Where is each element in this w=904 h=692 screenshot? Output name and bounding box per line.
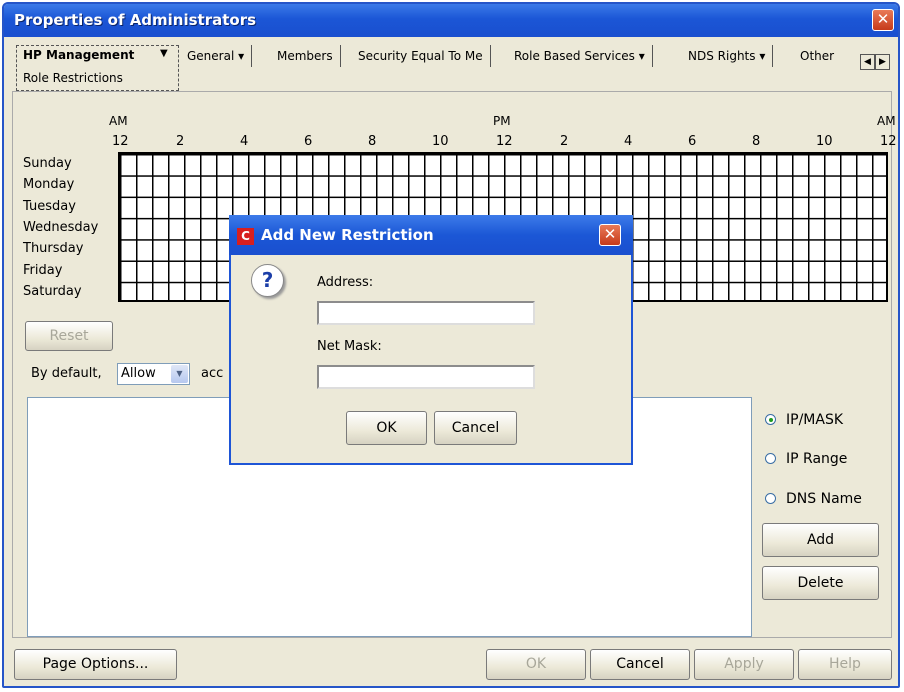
tab-strip: HP Management ▼ Role Restrictions Genera… (12, 44, 892, 92)
default-access-select[interactable]: Allow ▼ (117, 363, 190, 385)
day-label: Thursday (23, 241, 84, 257)
radio-dns-name-label: DNS Name (786, 491, 862, 507)
hour-tick-label: 4 (624, 134, 633, 149)
app-icon: C (237, 228, 254, 245)
tab-general[interactable]: General ▾ (187, 45, 253, 67)
add-button[interactable]: Add (762, 523, 879, 557)
tab-other[interactable]: Other (800, 45, 834, 67)
ok-button[interactable]: OK (486, 649, 586, 680)
hour-tick-label: 6 (688, 134, 697, 149)
dialog-cancel-button[interactable]: Cancel (434, 411, 517, 445)
tab-role-restrictions[interactable]: Role Restrictions (23, 71, 123, 85)
page-options-button[interactable]: Page Options... (14, 649, 177, 680)
reset-button[interactable]: Reset (25, 321, 113, 351)
radio-unselected-icon (765, 453, 776, 464)
close-icon[interactable]: ✕ (872, 9, 894, 31)
add-new-restriction-dialog: C Add New Restriction ✕ ? Address: Net M… (229, 215, 633, 465)
delete-button[interactable]: Delete (762, 566, 879, 600)
day-label: Tuesday (23, 198, 76, 214)
radio-dns-name[interactable]: DNS Name (765, 491, 862, 507)
cancel-button[interactable]: Cancel (590, 649, 690, 680)
hour-tick-label: 2 (176, 134, 185, 149)
hour-tick-label: 10 (432, 134, 449, 149)
radio-selected-icon (765, 414, 776, 425)
hour-tick-label: 10 (816, 134, 833, 149)
day-label: Wednesday (23, 219, 99, 235)
close-icon[interactable]: ✕ (599, 224, 621, 246)
tab-hp-management-label: HP Management (23, 48, 135, 62)
tab-members[interactable]: Members (277, 45, 341, 67)
chevron-down-icon: ▼ (171, 365, 188, 383)
netmask-input[interactable] (317, 365, 535, 389)
hour-tick-label: 12 (496, 134, 513, 149)
chevron-down-icon: ▼ (160, 48, 168, 59)
hour-tick-label: 12 (112, 134, 129, 149)
address-label: Address: (317, 275, 374, 290)
am-label-end: AM (877, 114, 896, 128)
hour-tick-label: 12 (880, 134, 897, 149)
access-label: acc (201, 366, 224, 381)
tab-security-equal[interactable]: Security Equal To Me (358, 45, 491, 67)
hour-tick-label: 4 (240, 134, 249, 149)
default-access-value: Allow (121, 366, 156, 381)
am-label: AM (109, 114, 128, 128)
radio-ip-mask[interactable]: IP/MASK (765, 412, 843, 428)
day-label: Sunday (23, 156, 72, 171)
radio-ip-range-label: IP Range (786, 451, 848, 467)
hour-tick-label: 8 (752, 134, 761, 149)
radio-unselected-icon (765, 493, 776, 504)
help-button[interactable]: Help (798, 649, 892, 680)
title-bar: Properties of Administrators ✕ (4, 4, 898, 37)
day-label: Saturday (23, 283, 82, 299)
window-title: Properties of Administrators (14, 11, 257, 29)
radio-ip-mask-label: IP/MASK (786, 412, 844, 428)
hour-tick-label: 8 (368, 134, 377, 149)
day-label: Friday (23, 262, 63, 278)
hour-tick-label: 2 (560, 134, 569, 149)
scroll-left-icon[interactable]: ◀ (860, 54, 875, 70)
pm-label: PM (493, 114, 511, 128)
day-label: Monday (23, 177, 75, 193)
tab-nds-rights[interactable]: NDS Rights ▾ (688, 45, 774, 67)
dialog-title-bar: C Add New Restriction ✕ (229, 215, 633, 255)
question-icon: ? (251, 264, 284, 297)
scroll-right-icon[interactable]: ▶ (875, 54, 890, 70)
tab-hp-management[interactable]: HP Management ▼ Role Restrictions (16, 45, 179, 91)
dialog-title: Add New Restriction (261, 226, 434, 244)
apply-button[interactable]: Apply (694, 649, 794, 680)
dialog-ok-button[interactable]: OK (346, 411, 427, 445)
netmask-label: Net Mask: (317, 339, 382, 354)
tab-role-based-services[interactable]: Role Based Services ▾ (514, 45, 653, 67)
default-label: By default, (31, 366, 102, 381)
radio-ip-range[interactable]: IP Range (765, 451, 847, 467)
hour-tick-label: 6 (304, 134, 313, 149)
address-input[interactable] (317, 301, 535, 325)
